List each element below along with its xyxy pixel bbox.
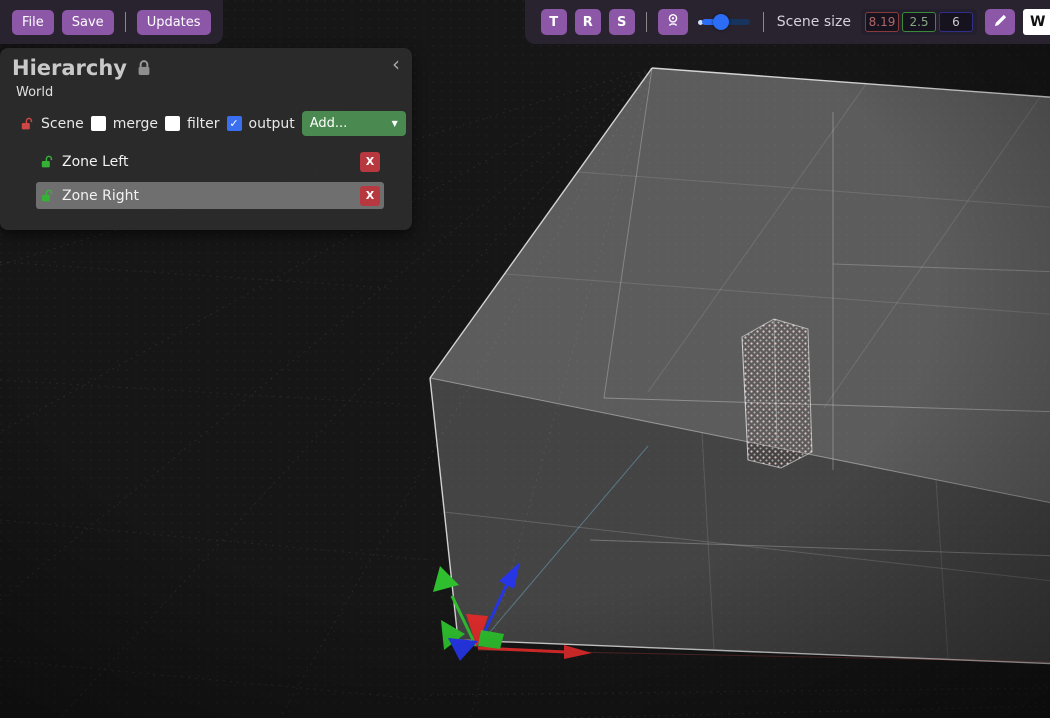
zone-row-right[interactable]: Zone Right X (36, 182, 384, 209)
panel-title: Hierarchy (12, 56, 127, 80)
add-dropdown[interactable]: Add... ▼ (302, 111, 406, 136)
unlock-icon-red[interactable] (20, 117, 34, 131)
main-toolbar: File Save Updates (0, 0, 223, 44)
merge-label: merge (113, 116, 158, 132)
world-input[interactable]: W (1023, 9, 1050, 35)
slider-knob[interactable] (713, 14, 729, 30)
output-label: output (249, 116, 295, 132)
scene-size-inputs (861, 9, 977, 35)
separator (763, 12, 764, 32)
collapse-panel-icon[interactable]: ‹ (392, 52, 400, 76)
unlock-icon-green[interactable] (40, 189, 54, 203)
separator (646, 12, 647, 32)
app: { "topbar": { "file_label": "File", "sav… (0, 0, 1050, 718)
filter-label: filter (187, 116, 220, 132)
merge-checkbox[interactable]: ✓ (91, 116, 106, 131)
add-dropdown-label: Add... (310, 116, 348, 131)
delete-zone-button[interactable]: X (360, 186, 380, 206)
translate-mode-button[interactable]: T (541, 9, 567, 35)
edit-button[interactable] (985, 9, 1015, 35)
scene-row[interactable]: Scene ✓ merge ✓ filter ✓ output Add... ▼ (20, 111, 412, 136)
webcam-icon (665, 12, 681, 32)
zone-list: Zone Left X Zone Right X (36, 148, 412, 209)
lock-icon[interactable] (135, 59, 153, 77)
updates-button[interactable]: Updates (137, 10, 211, 35)
delete-zone-button[interactable]: X (360, 152, 380, 172)
toggle-slider[interactable] (698, 14, 750, 30)
hierarchy-panel: ‹ Hierarchy World Scene ✓ merge ✓ filter (0, 48, 412, 230)
file-button[interactable]: File (12, 10, 54, 35)
chevron-down-icon: ▼ (392, 119, 398, 128)
save-button[interactable]: Save (62, 10, 114, 35)
scene-size-x-input[interactable] (865, 12, 899, 32)
scene-size-y-input[interactable] (902, 12, 936, 32)
scene-label: Scene (41, 116, 84, 132)
scene-size-z-input[interactable] (939, 12, 973, 32)
scene-size-label: Scene size (777, 14, 851, 30)
unlock-icon-green[interactable] (40, 155, 54, 169)
zone-row-left[interactable]: Zone Left X (36, 148, 384, 175)
pencil-icon (993, 13, 1008, 32)
scale-mode-button[interactable]: S (609, 9, 635, 35)
transform-toolbar: T R S Scene size W (525, 0, 1050, 44)
camera-button[interactable] (658, 9, 688, 35)
zone-name: Zone Left (62, 154, 128, 170)
world-root-label[interactable]: World (16, 85, 412, 100)
pillar-object[interactable] (742, 319, 812, 468)
filter-checkbox[interactable]: ✓ (165, 116, 180, 131)
panel-title-row: Hierarchy (0, 48, 412, 80)
output-checkbox[interactable]: ✓ (227, 116, 242, 131)
rotate-mode-button[interactable]: R (575, 9, 601, 35)
separator (125, 12, 126, 32)
zone-name: Zone Right (62, 188, 139, 204)
check-icon: ✓ (229, 118, 238, 129)
